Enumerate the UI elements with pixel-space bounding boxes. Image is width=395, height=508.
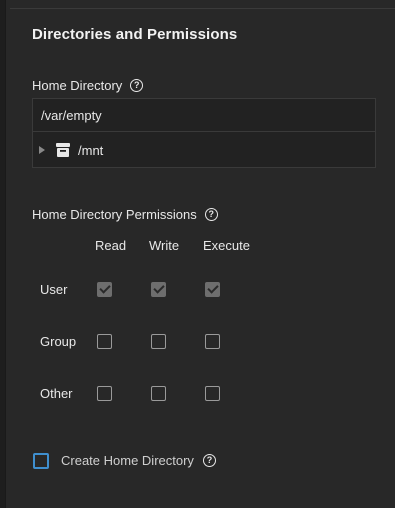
- tree-item-mnt[interactable]: /mnt: [33, 132, 375, 168]
- create-home-directory-checkbox[interactable]: [33, 453, 49, 469]
- other-read-checkbox[interactable]: [97, 386, 112, 401]
- tree-item-label: /mnt: [78, 142, 104, 158]
- other-execute-checkbox[interactable]: [205, 386, 220, 401]
- database-icon: [56, 143, 70, 157]
- create-home-directory-label[interactable]: Create Home Directory: [61, 453, 194, 468]
- top-divider: [10, 8, 395, 9]
- help-icon[interactable]: ?: [130, 79, 144, 92]
- home-directory-explorer: /var/empty /mnt: [32, 98, 376, 168]
- column-header-write: Write: [149, 238, 180, 253]
- user-execute-checkbox[interactable]: [205, 282, 220, 297]
- column-header-read: Read: [95, 238, 127, 253]
- group-execute-checkbox[interactable]: [205, 334, 220, 349]
- group-read-checkbox[interactable]: [97, 334, 112, 349]
- user-write-checkbox[interactable]: [151, 282, 166, 297]
- help-icon[interactable]: ?: [204, 208, 218, 221]
- home-directory-label-group: Home Directory ?: [32, 78, 144, 93]
- home-directory-input[interactable]: /var/empty: [33, 99, 375, 132]
- row-label-other: Other: [40, 386, 73, 401]
- permissions-label-group: Home Directory Permissions ?: [32, 207, 218, 222]
- create-home-directory-label-group: Create Home Directory ?: [61, 453, 216, 468]
- help-icon[interactable]: ?: [202, 454, 216, 467]
- column-header-execute: Execute: [203, 238, 250, 253]
- row-label-group: Group: [40, 334, 77, 349]
- settings-panel: [5, 0, 395, 508]
- section-title: Directories and Permissions: [32, 26, 238, 43]
- other-write-checkbox[interactable]: [151, 386, 166, 401]
- group-write-checkbox[interactable]: [151, 334, 166, 349]
- caret-right-icon[interactable]: [39, 146, 45, 154]
- home-directory-label: Home Directory: [32, 78, 123, 93]
- row-label-user: User: [40, 282, 68, 297]
- permissions-label: Home Directory Permissions: [32, 207, 197, 222]
- user-read-checkbox[interactable]: [97, 282, 112, 297]
